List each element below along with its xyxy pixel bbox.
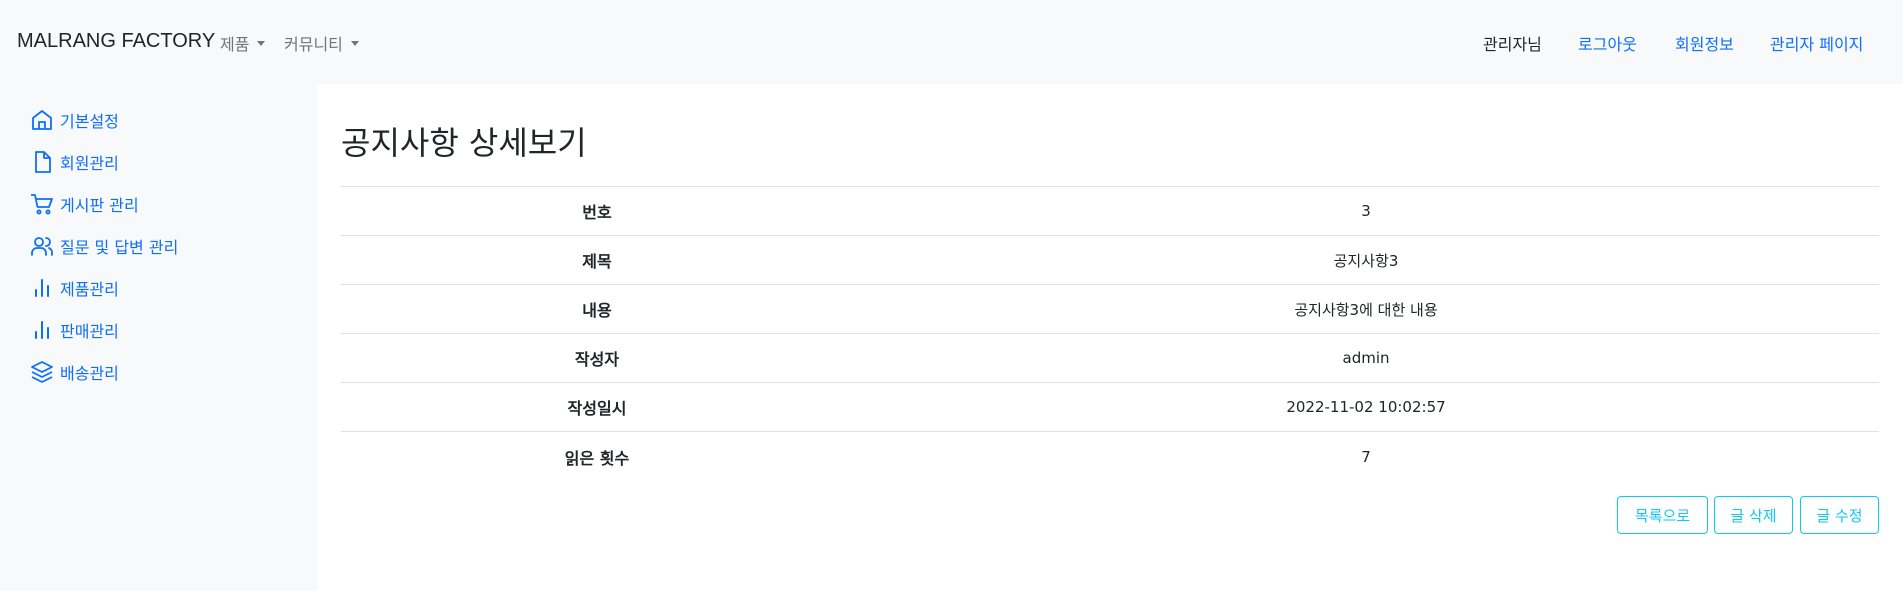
caret-down-icon (350, 40, 359, 46)
row-label: 번호 (582, 203, 612, 222)
file-icon (35, 151, 51, 173)
brand-logo[interactable]: MALRANG FACTORY (17, 30, 215, 53)
row-label: 작성자 (574, 350, 620, 369)
cart-icon (31, 194, 53, 215)
sidebar-item-label: 게시판 관리 (60, 196, 139, 215)
sidebar-item-label: 판매관리 (60, 322, 119, 341)
row-label: 내용 (582, 301, 612, 320)
sidebar-item-sales-management[interactable]: 판매관리 (30, 318, 119, 342)
row-value: 2022-11-02 10:02:57 (1286, 398, 1446, 416)
sidebar-item-product-management[interactable]: 제품관리 (30, 276, 119, 300)
sidebar: 기본설정 회원관리 게시판 관리 질문 및 답변 관리 제품관리 판매관리 배송… (0, 84, 317, 591)
sidebar-item-qna-management[interactable]: 질문 및 답변 관리 (30, 234, 178, 258)
table-row: 제목 공지사항3 (341, 236, 1879, 285)
user-greeting: 관리자님 (1483, 35, 1542, 54)
home-icon (32, 110, 52, 130)
caret-down-icon (257, 40, 266, 46)
sidebar-item-board-management[interactable]: 게시판 관리 (30, 192, 139, 216)
page-title: 공지사항 상세보기 (341, 124, 587, 162)
row-value: 7 (1361, 447, 1371, 466)
table-row: 작성일시 2022-11-02 10:02:57 (341, 383, 1879, 432)
row-label: 읽은 횟수 (564, 448, 630, 468)
logout-link[interactable]: 로그아웃 (1578, 31, 1637, 55)
back-to-list-button[interactable]: 목록으로 (1617, 496, 1708, 534)
nav-dropdown-label: 커뮤니티 (284, 35, 343, 54)
row-label: 작성일시 (567, 399, 627, 418)
row-value: 3 (1361, 202, 1371, 220)
table-row: 작성자 admin (341, 334, 1879, 383)
top-navbar: MALRANG FACTORY 제품 커뮤니티 관리자님 로그아웃 회원정보 관… (0, 0, 1903, 84)
row-value: 공지사항3 (1333, 251, 1399, 270)
row-value: 공지사항3에 대한 내용 (1294, 300, 1438, 319)
sidebar-item-label: 질문 및 답변 관리 (60, 238, 179, 257)
row-value: admin (1342, 349, 1390, 367)
sidebar-item-label: 기본설정 (60, 112, 119, 131)
sidebar-item-label: 회원관리 (60, 154, 119, 173)
nav-dropdown-products[interactable]: 제품 (220, 31, 266, 55)
users-icon (31, 237, 53, 256)
sidebar-item-label: 제품관리 (60, 280, 119, 299)
delete-post-button[interactable]: 글 삭제 (1714, 496, 1793, 534)
nav-dropdown-label: 제품 (220, 35, 250, 54)
nav-dropdown-community[interactable]: 커뮤니티 (284, 31, 359, 55)
notice-detail-table: 번호 3 제목 공지사항3 내용 공지사항3에 대한 내용 작성자 admin … (341, 186, 1879, 481)
member-info-link[interactable]: 회원정보 (1675, 31, 1734, 55)
table-row: 읽은 횟수 7 (341, 432, 1879, 481)
sidebar-item-basic-settings[interactable]: 기본설정 (30, 108, 119, 132)
sidebar-item-delivery-management[interactable]: 배송관리 (30, 360, 119, 384)
bar-chart-icon (35, 279, 49, 297)
edit-post-button[interactable]: 글 수정 (1800, 496, 1879, 534)
sidebar-item-member-management[interactable]: 회원관리 (30, 150, 119, 174)
admin-page-link[interactable]: 관리자 페이지 (1770, 31, 1863, 55)
row-label: 제목 (582, 252, 612, 271)
table-row: 번호 3 (341, 187, 1879, 236)
table-row: 내용 공지사항3에 대한 내용 (341, 285, 1879, 334)
bar-chart-icon (35, 321, 49, 339)
layers-icon (31, 361, 53, 383)
sidebar-item-label: 배송관리 (60, 364, 119, 383)
